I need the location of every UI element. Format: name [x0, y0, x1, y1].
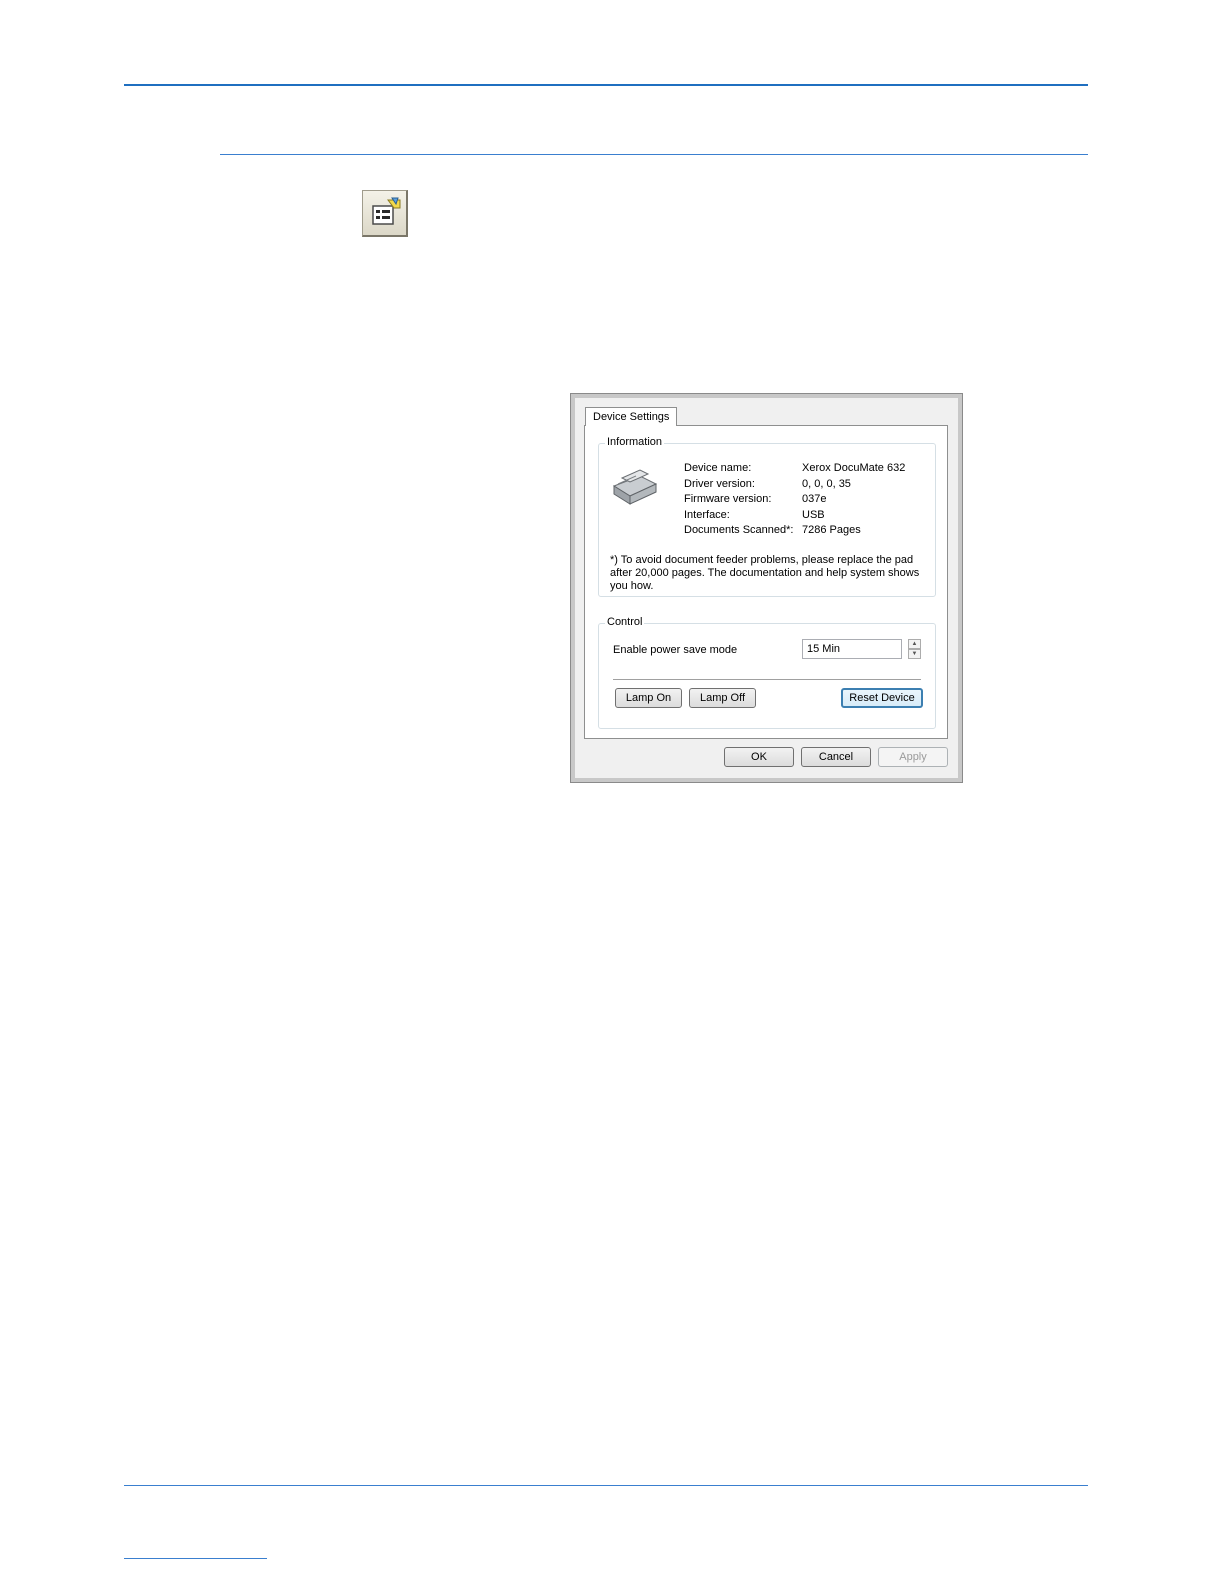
info-value: USB	[802, 509, 825, 521]
pad-replacement-note: *) To avoid document feeder problems, pl…	[610, 554, 920, 592]
lamp-on-button[interactable]: Lamp On	[615, 688, 682, 708]
info-row-driver-version: Driver version: 0, 0, 0, 35	[684, 478, 924, 493]
footer-link-underline	[124, 1558, 267, 1559]
header-rule	[124, 84, 1088, 86]
info-row-firmware-version: Firmware version: 037e	[684, 493, 924, 508]
tab-page: Information Device name: Xerox DocuMate …	[584, 425, 948, 739]
power-save-spinner[interactable]: ▲ ▼	[908, 639, 921, 659]
info-row-device-name: Device name: Xerox DocuMate 632	[684, 462, 924, 477]
info-label: Device name:	[684, 462, 752, 474]
device-settings-dialog: Device Settings Information Device name:…	[570, 393, 963, 783]
info-value: Xerox DocuMate 632	[802, 462, 906, 474]
info-value: 037e	[802, 493, 827, 505]
section-rule	[220, 154, 1088, 155]
device-settings-icon	[362, 190, 408, 237]
information-group-title: Information	[605, 436, 665, 448]
control-group: Control Enable power save mode 15 Min ▲ …	[598, 616, 936, 729]
info-row-interface: Interface: USB	[684, 509, 924, 524]
info-value: 7286 Pages	[802, 524, 861, 536]
spin-down-icon[interactable]: ▼	[908, 649, 921, 659]
info-row-documents-scanned: Documents Scanned*: 7286 Pages	[684, 524, 924, 539]
info-label: Documents Scanned*:	[684, 524, 794, 536]
control-group-title: Control	[605, 616, 645, 628]
info-value: 0, 0, 0, 35	[802, 478, 851, 490]
apply-button[interactable]: Apply	[878, 747, 948, 767]
info-label: Driver version:	[684, 478, 755, 490]
control-separator	[613, 679, 921, 680]
tab-device-settings[interactable]: Device Settings	[585, 407, 678, 426]
info-label: Firmware version:	[684, 493, 772, 505]
info-label: Interface:	[684, 509, 730, 521]
ok-button[interactable]: OK	[724, 747, 794, 767]
scanner-icon	[610, 464, 660, 511]
footer-rule	[124, 1485, 1088, 1486]
reset-device-button[interactable]: Reset Device	[841, 688, 923, 708]
cancel-button[interactable]: Cancel	[801, 747, 871, 767]
lamp-off-button[interactable]: Lamp Off	[689, 688, 756, 708]
spin-up-icon[interactable]: ▲	[908, 639, 921, 649]
power-save-label: Enable power save mode	[613, 644, 738, 656]
power-save-input[interactable]: 15 Min	[802, 639, 902, 659]
information-group: Information Device name: Xerox DocuMate …	[598, 436, 936, 597]
